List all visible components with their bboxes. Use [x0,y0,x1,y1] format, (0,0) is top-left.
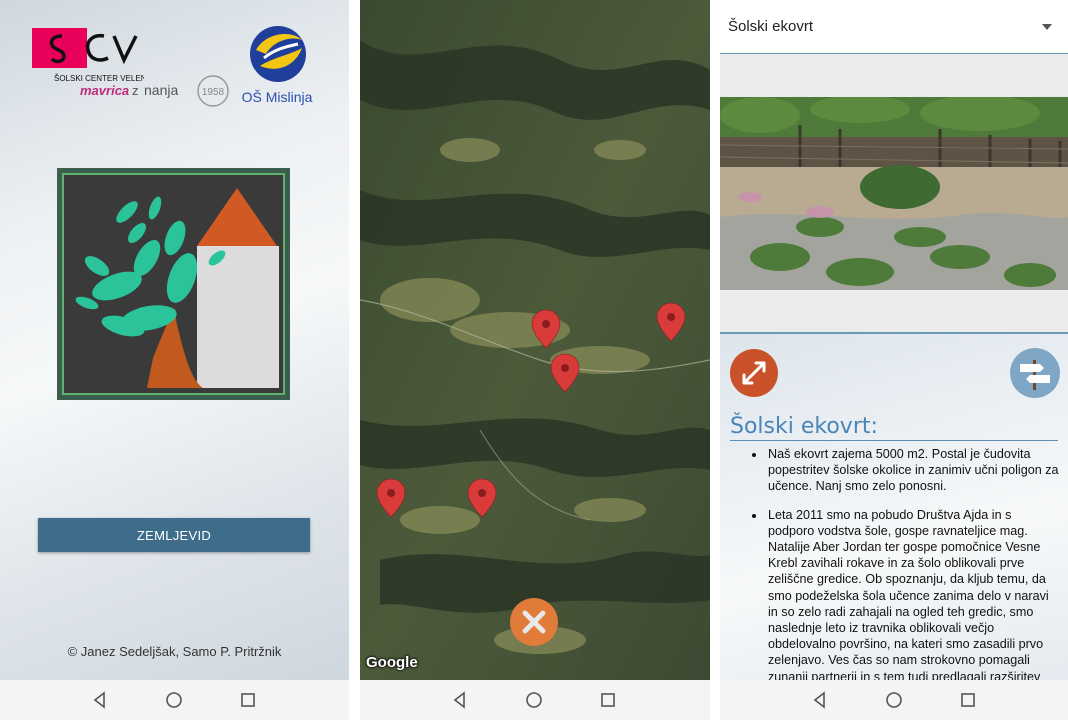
android-navbar [720,680,1068,720]
recent-apps-icon[interactable] [236,688,260,712]
content-title: Šolski ekovrt: [730,414,878,439]
ekovrt-app-logo [57,168,290,400]
back-icon[interactable] [448,688,472,712]
svg-text:OŠ Mislinja: OŠ Mislinja [242,89,313,105]
mavrica-znanja-text: nanja [144,82,178,98]
detail-screen: Šolski ekovrt Šolski ekovrt: • Naš ekovr… [720,0,1068,720]
home-icon[interactable] [882,688,906,712]
back-icon[interactable] [88,688,112,712]
android-navbar [0,680,349,720]
expand-icon[interactable] [730,349,778,397]
scv-logo-text: ŠOLSKI CENTER VELENJE [54,74,144,83]
copyright-text: © Janez Sedeljšak, Samo P. Pritržnik [67,644,282,659]
satellite-map[interactable] [360,0,710,680]
home-icon[interactable] [162,688,186,712]
chevron-down-icon[interactable] [1042,24,1052,30]
home-screen: ŠOLSKI CENTER VELENJE mavrica z nanja 19… [0,0,349,720]
svg-text:nanja: nanja [144,82,178,98]
google-attribution: Google [366,654,418,671]
back-icon[interactable] [808,688,832,712]
home-icon[interactable] [522,688,546,712]
content-area: Šolski ekovrt: Naš ekovrt zajema 5000 m2… [720,334,1068,684]
svg-text:z: z [132,83,139,98]
signpost-icon[interactable] [1010,348,1060,398]
recent-apps-icon[interactable] [596,688,620,712]
os-mislinja-logo: OŠ Mislinja [242,26,313,105]
garden-photo[interactable] [720,97,1068,290]
title-underline [730,440,1058,441]
location-dropdown[interactable]: Šolski ekovrt [720,0,1068,54]
content-list: Naš ekovrt zajema 5000 m2. Postal je čud… [746,446,1060,697]
android-navbar [360,680,710,720]
recent-apps-icon[interactable] [956,688,980,712]
dropdown-value: Šolski ekovrt [728,18,814,35]
svg-text:1958: 1958 [202,87,225,98]
list-item: Naš ekovrt zajema 5000 m2. Postal je čud… [766,446,1060,495]
map-screen: Google [360,0,710,720]
close-icon[interactable] [510,598,558,646]
svg-text:mavrica: mavrica [80,83,129,98]
scv-logo: ŠOLSKI CENTER VELENJE mavrica z [32,28,144,98]
map-button[interactable]: ZEMLJEVID [38,518,310,552]
year-badge: 1958 [197,75,229,107]
list-item: Leta 2011 smo na pobudo Društva Ajda in … [766,507,1060,685]
